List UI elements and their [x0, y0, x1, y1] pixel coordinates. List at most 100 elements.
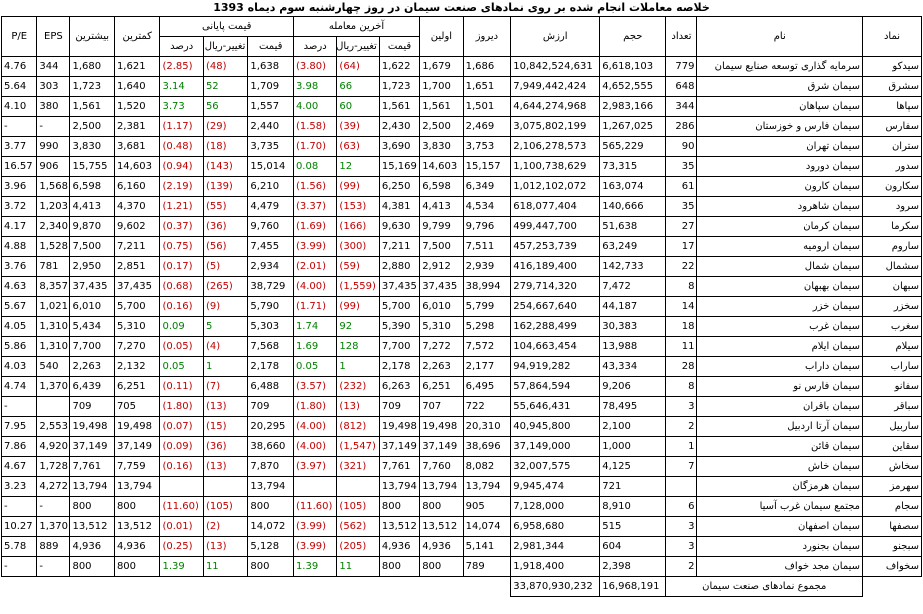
last-percent-cell: (4.00): [292, 276, 338, 297]
yesterday-cell: 5,298: [462, 316, 512, 337]
min-price-cell: 705: [113, 396, 161, 417]
last-percent-cell: (3.99): [292, 536, 338, 557]
table-row: سخزر سیمان خزر 14 44,187 254,667,640 5,799 6,0…: [0, 296, 922, 317]
table-row: سیلام سیمان ایلام 11 13,988 104,663,454 7,572…: [0, 336, 922, 357]
final-price-cell: 1,638: [247, 56, 294, 77]
volume-cell: 30,383: [599, 316, 667, 337]
final-price-cell: 800: [247, 496, 294, 517]
volume-cell: 2,983,166: [599, 96, 667, 117]
final-change-cell: (36): [202, 216, 249, 237]
last-change-cell: (562): [336, 516, 380, 537]
table-row: سفانو سیمان فارس نو 8 9,206 57,864,594 6,495 6…: [0, 376, 922, 397]
pe-cell: 4.88: [0, 236, 38, 257]
value-cell: 1,012,102,072: [510, 176, 601, 197]
final-price-cell: 5,303: [247, 316, 294, 337]
last-price-cell: 4,381: [378, 196, 421, 217]
last-price-cell: 7,211: [378, 236, 421, 257]
name-cell: سیمان شمال: [696, 256, 864, 277]
eps-cell: 1,370: [36, 516, 71, 537]
name-cell: سیمان اصفهان: [696, 516, 864, 537]
name-cell: سیمان فارس و خوزستان: [696, 116, 864, 137]
volume-cell: 565,229: [599, 136, 667, 157]
name-cell: سیمان شرق: [696, 76, 864, 97]
name-cell: سیمان ارومیه: [696, 236, 864, 257]
max-price-cell: 2,950: [69, 256, 115, 277]
yesterday-cell: 38,696: [462, 436, 512, 457]
last-percent-cell: (1.70): [292, 136, 338, 157]
final-percent-cell: (0.25): [159, 536, 204, 557]
min-price-cell: 4,936: [113, 536, 161, 557]
pe-cell: 3.23: [0, 476, 38, 497]
last-change-cell: (99): [336, 296, 380, 317]
min-price-cell: 2,381: [113, 116, 161, 137]
col-final-change: تغییر-ریال: [202, 36, 249, 57]
final-percent-cell: 3.73: [159, 96, 204, 117]
volume-cell: 13,988: [599, 336, 667, 357]
final-change-cell: 5: [202, 316, 249, 337]
first-price-cell: 800: [419, 496, 464, 517]
final-change-cell: (13): [202, 396, 249, 417]
final-change-cell: (18): [202, 136, 249, 157]
eps-cell: 1,568: [36, 176, 71, 197]
count-cell: 11: [665, 336, 698, 357]
yesterday-cell: 20,310: [462, 416, 512, 437]
eps-cell: 1,203: [36, 196, 71, 217]
last-percent-cell: 0.08: [292, 156, 338, 177]
symbol-cell: سپاها: [862, 96, 922, 117]
yesterday-cell: 38,994: [462, 276, 512, 297]
first-price-cell: 6,010: [419, 296, 464, 317]
name-cell: سیمان بجنورد: [696, 536, 864, 557]
min-price-cell: 13,794: [113, 476, 161, 497]
table-row: سخاش سیمان خاش 7 4,125 32,007,575 8,082 7,760 7…: [0, 456, 922, 477]
pe-cell: 10.27: [0, 516, 38, 537]
final-change-cell: 56: [202, 96, 249, 117]
col-symbol: نماد: [862, 16, 922, 57]
max-price-cell: 13,794: [69, 476, 115, 497]
max-price-cell: 37,149: [69, 436, 115, 457]
final-change-cell: (55): [202, 196, 249, 217]
last-change-cell: (232): [336, 376, 380, 397]
eps-cell: 4,272: [36, 476, 71, 497]
final-change-cell: (143): [202, 156, 249, 177]
pe-cell: 7.86: [0, 436, 38, 457]
final-price-cell: 9,760: [247, 216, 294, 237]
max-price-cell: 800: [69, 496, 115, 517]
pe-cell: 4.76: [0, 56, 38, 77]
final-percent-cell: 3.14: [159, 76, 204, 97]
value-cell: 3,075,802,199: [510, 116, 601, 137]
eps-cell: 2,340: [36, 216, 71, 237]
symbol-cell: سیلام: [862, 336, 922, 357]
final-price-cell: 15,014: [247, 156, 294, 177]
max-price-cell: 13,512: [69, 516, 115, 537]
volume-cell: 7,472: [599, 276, 667, 297]
col-final-percent: درصد: [159, 36, 204, 57]
last-price-cell: 2,880: [378, 256, 421, 277]
count-cell: 1: [665, 436, 698, 457]
col-group-last-trade: آخرین معامله: [292, 16, 421, 37]
first-price-cell: 19,498: [419, 416, 464, 437]
symbol-cell: سکارون: [862, 176, 922, 197]
last-percent-cell: (1.58): [292, 116, 338, 137]
value-cell: 37,149,000: [510, 436, 601, 457]
pe-cell: 16.57: [0, 156, 38, 177]
yesterday-cell: 2,177: [462, 356, 512, 377]
volume-cell: 44,187: [599, 296, 667, 317]
yesterday-cell: 722: [462, 396, 512, 417]
last-price-cell: 5,390: [378, 316, 421, 337]
volume-cell: 1,000: [599, 436, 667, 457]
final-percent-cell: (1.17): [159, 116, 204, 137]
max-price-cell: 7,500: [69, 236, 115, 257]
final-change-cell: (139): [202, 176, 249, 197]
min-price-cell: 5,700: [113, 296, 161, 317]
final-change-cell: (56): [202, 236, 249, 257]
count-cell: 344: [665, 96, 698, 117]
last-percent-cell: 1.39: [292, 556, 338, 577]
symbol-cell: سبجنو: [862, 536, 922, 557]
volume-cell: 51,638: [599, 216, 667, 237]
value-cell: 254,667,640: [510, 296, 601, 317]
name-cell: سیمان باقران: [696, 396, 864, 417]
final-change-cell: 1: [202, 356, 249, 377]
last-percent-cell: (3.37): [292, 196, 338, 217]
last-percent-cell: (3.97): [292, 456, 338, 477]
first-price-cell: 7,272: [419, 336, 464, 357]
